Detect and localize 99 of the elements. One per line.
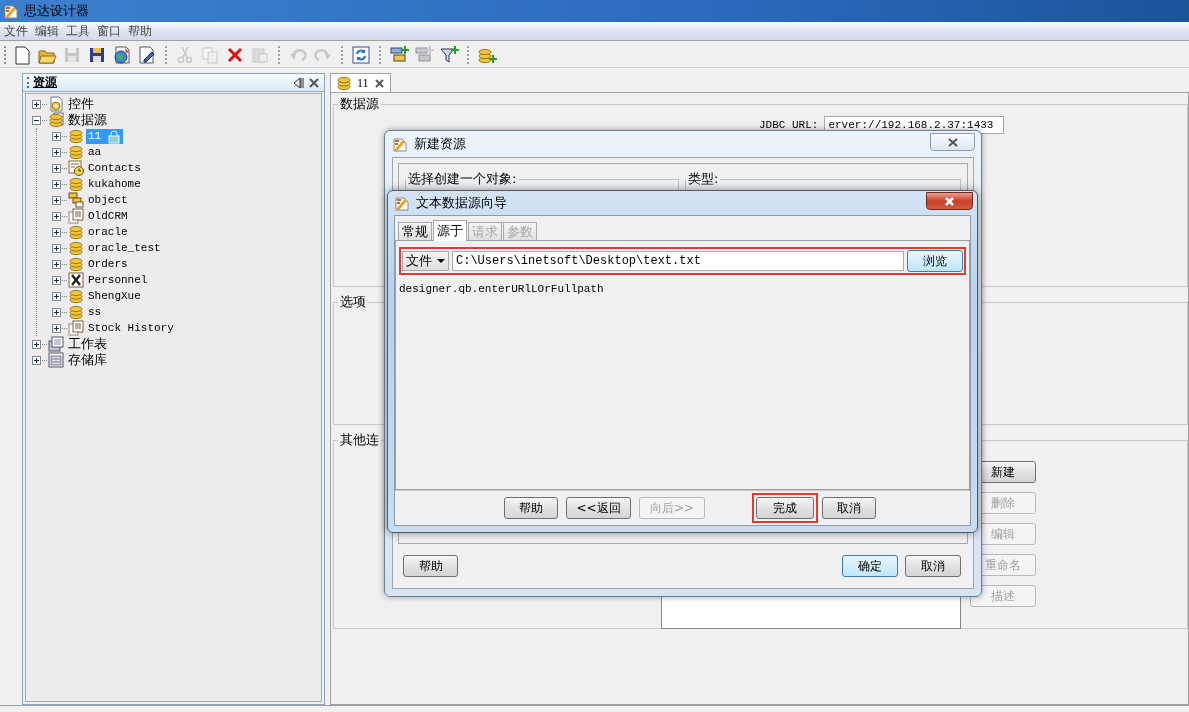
pages-icon bbox=[68, 320, 84, 336]
editor-tab[interactable]: 11 bbox=[330, 73, 391, 92]
stacked-boxes-icon bbox=[68, 192, 84, 208]
tree-item[interactable]: kukahome bbox=[86, 178, 143, 190]
expand-icon[interactable] bbox=[52, 195, 61, 205]
tree-item[interactable]: oracle bbox=[86, 226, 130, 238]
tree-item[interactable]: ShengXue bbox=[86, 290, 143, 302]
close-icon[interactable] bbox=[308, 76, 320, 89]
close-button[interactable] bbox=[926, 192, 973, 210]
expand-icon[interactable] bbox=[52, 307, 61, 317]
expand-icon[interactable] bbox=[52, 131, 61, 141]
tree-item[interactable]: 存储库 bbox=[66, 351, 109, 369]
delete-icon[interactable] bbox=[225, 45, 245, 65]
close-icon bbox=[943, 195, 956, 207]
database-icon bbox=[68, 256, 84, 272]
database-icon bbox=[48, 112, 64, 128]
tree-item[interactable]: 控件 bbox=[66, 95, 96, 113]
panel-title: 资源 bbox=[33, 74, 57, 91]
expand-icon[interactable] bbox=[52, 275, 61, 285]
calendar-clock-icon bbox=[68, 160, 84, 176]
cancel-button[interactable]: 取消 bbox=[905, 555, 961, 577]
database-icon bbox=[68, 240, 84, 256]
database-icon bbox=[68, 128, 84, 144]
expand-icon[interactable] bbox=[52, 323, 61, 333]
minimize-icon[interactable] bbox=[291, 76, 304, 89]
group-title: 选项 bbox=[339, 293, 367, 311]
tree-item[interactable]: aa bbox=[86, 146, 104, 158]
expand-icon[interactable] bbox=[52, 211, 61, 221]
path-field[interactable]: C:\Users\inetsoft\Desktop\text.txt bbox=[452, 251, 904, 271]
window-title: 思达设计器 bbox=[24, 2, 89, 20]
database-icon bbox=[68, 304, 84, 320]
tree-item[interactable]: Orders bbox=[86, 258, 130, 270]
source-type-dropdown[interactable]: 文件 bbox=[402, 251, 449, 271]
tree-item[interactable]: 工作表 bbox=[66, 335, 109, 353]
tree-item[interactable]: oracle_test bbox=[86, 242, 163, 254]
repository-icon bbox=[48, 352, 64, 368]
menu-item[interactable]: 窗口 bbox=[93, 22, 124, 40]
collapse-icon[interactable] bbox=[32, 115, 41, 125]
field-label: JDBC URL: bbox=[759, 119, 819, 131]
app-logo-icon bbox=[394, 195, 410, 211]
expand-icon[interactable] bbox=[32, 339, 41, 349]
database-icon bbox=[336, 75, 352, 91]
expand-icon[interactable] bbox=[52, 227, 61, 237]
menu-item[interactable]: 工具 bbox=[62, 22, 93, 40]
caret-icon bbox=[437, 259, 445, 263]
hint-text: designer.qb.enterURlLOrFullpath bbox=[399, 283, 605, 295]
ok-button[interactable]: 确定 bbox=[842, 555, 898, 577]
new-file-icon[interactable] bbox=[12, 45, 32, 65]
save-all-icon[interactable] bbox=[87, 45, 107, 65]
tree-item[interactable]: OldCRM bbox=[86, 210, 130, 222]
pages-icon bbox=[68, 208, 84, 224]
app-logo-icon bbox=[3, 3, 19, 19]
app-logo-icon bbox=[392, 136, 408, 152]
tree-item[interactable]: object bbox=[86, 194, 130, 206]
tree-item[interactable]: ss bbox=[86, 306, 104, 318]
expand-icon[interactable] bbox=[52, 243, 61, 253]
tree-item[interactable]: 数据源 bbox=[66, 111, 109, 129]
expand-icon[interactable] bbox=[52, 163, 61, 173]
expand-icon[interactable] bbox=[52, 291, 61, 301]
tab[interactable]: 源于 bbox=[433, 220, 467, 241]
close-button[interactable] bbox=[930, 133, 975, 151]
expand-icon[interactable] bbox=[32, 99, 41, 109]
expand-icon[interactable] bbox=[52, 259, 61, 269]
help-button[interactable]: 帮助 bbox=[504, 497, 558, 519]
cancel-button[interactable]: 取消 bbox=[822, 497, 876, 519]
menu-item[interactable]: 文件 bbox=[0, 22, 31, 40]
tab[interactable]: 常规 bbox=[398, 222, 432, 240]
add-table-icon[interactable] bbox=[389, 45, 409, 65]
database-icon bbox=[68, 144, 84, 160]
group-title: 其他连 bbox=[339, 431, 380, 449]
browse-button[interactable]: 浏览 bbox=[907, 250, 963, 272]
group-title: 类型: bbox=[687, 170, 720, 188]
edit-document-icon[interactable] bbox=[137, 45, 157, 65]
expand-icon[interactable] bbox=[32, 355, 41, 365]
add-filter-icon[interactable] bbox=[439, 45, 459, 65]
group-title: 选择创建一个对象: bbox=[407, 170, 518, 188]
tree-item[interactable]: Personnel bbox=[86, 274, 150, 286]
menu-item[interactable]: 编辑 bbox=[31, 22, 62, 40]
help-button[interactable]: 帮助 bbox=[403, 555, 458, 577]
globe-document-icon[interactable] bbox=[112, 45, 132, 65]
refresh-icon[interactable] bbox=[351, 45, 371, 65]
expand-icon[interactable] bbox=[52, 147, 61, 157]
database-icon bbox=[68, 176, 84, 192]
worksheet-icon bbox=[48, 336, 64, 352]
close-icon bbox=[946, 136, 959, 148]
dialog-title: 新建资源 bbox=[414, 135, 466, 153]
dialog-title: 文本数据源向导 bbox=[416, 194, 507, 212]
expand-icon[interactable] bbox=[52, 179, 61, 189]
back-button[interactable]: <<返回 bbox=[566, 497, 631, 519]
document-gear-icon bbox=[48, 96, 64, 112]
database-icon bbox=[68, 288, 84, 304]
menu-item[interactable]: 帮助 bbox=[124, 22, 155, 40]
tree-item[interactable]: Contacts bbox=[86, 162, 143, 174]
database-icon bbox=[68, 224, 84, 240]
tree-item[interactable]: Stock History bbox=[86, 322, 176, 334]
x-box-icon bbox=[68, 272, 84, 288]
group-title: 数据源 bbox=[339, 95, 380, 113]
close-icon[interactable] bbox=[373, 77, 385, 89]
finish-button[interactable]: 完成 bbox=[756, 497, 814, 519]
